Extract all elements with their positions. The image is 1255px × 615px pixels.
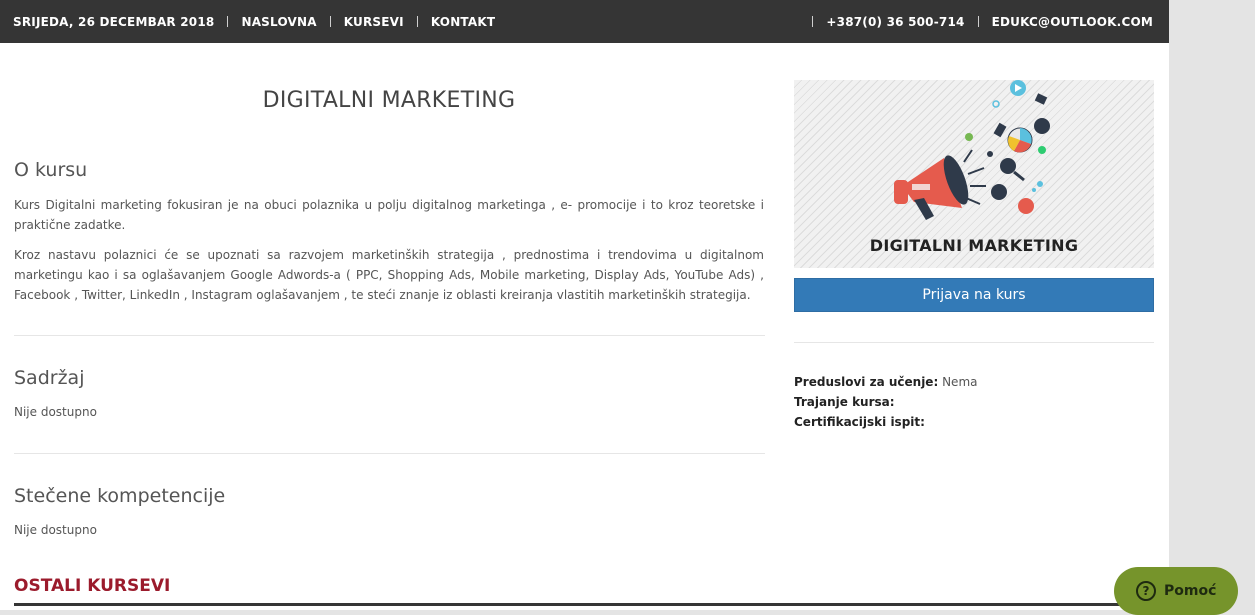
- top-bar-left: SRIJEDA, 26 DECEMBAR 2018 NASLOVNA KURSE…: [13, 0, 495, 43]
- divider: [416, 16, 418, 27]
- content-heading: Sadržaj: [14, 367, 85, 389]
- enroll-button[interactable]: Prijava na kurs: [794, 278, 1154, 312]
- exam-label: Certifikacijski ispit:: [794, 415, 925, 429]
- megaphone-icon: [894, 155, 969, 220]
- email-link[interactable]: EDUKC@OUTLOOK.COM: [992, 15, 1153, 29]
- question-icon: ?: [1136, 581, 1156, 601]
- prerequisites-row: Preduslovi za učenje: Nema: [794, 375, 977, 389]
- duration-row: Trajanje kursa:: [794, 395, 895, 409]
- nav-link-naslovna[interactable]: NASLOVNA: [241, 15, 316, 29]
- divider: [329, 16, 331, 27]
- image-caption: DIGITALNI MARKETING: [869, 236, 1079, 255]
- other-courses-underline: [14, 603, 1156, 606]
- current-date: SRIJEDA, 26 DECEMBAR 2018: [13, 14, 215, 29]
- sidebar-divider: [794, 342, 1154, 343]
- page: SRIJEDA, 26 DECEMBAR 2018 NASLOVNA KURSE…: [0, 0, 1169, 610]
- course-title: DIGITALNI MARKETING: [262, 88, 516, 113]
- help-button[interactable]: ? Pomoć: [1114, 567, 1238, 615]
- about-paragraph-1: Kurs Digitalni marketing fokusiran je na…: [14, 198, 764, 232]
- phone-link[interactable]: +387(0) 36 500-714: [826, 15, 964, 29]
- top-bar-right: +387(0) 36 500-714 EDUKC@OUTLOOK.COM: [799, 0, 1153, 43]
- prerequisites-label: Preduslovi za učenje:: [794, 375, 939, 389]
- divider: [227, 16, 229, 27]
- nav-link-kontakt[interactable]: KONTAKT: [431, 15, 495, 29]
- duration-label: Trajanje kursa:: [794, 395, 895, 409]
- nav-link-kursevi[interactable]: KURSEVI: [344, 15, 404, 29]
- divider: [977, 16, 979, 27]
- help-label: Pomoć: [1164, 583, 1217, 599]
- about-paragraph-2: Kroz nastavu polaznici će se upoznati sa…: [14, 248, 764, 302]
- section-divider: [14, 335, 765, 336]
- other-courses-heading: OSTALI KURSEVI: [14, 576, 171, 596]
- competencies-value: Nije dostupno: [14, 523, 97, 537]
- about-heading: O kursu: [14, 159, 88, 181]
- competencies-heading: Stečene kompetencije: [14, 485, 226, 507]
- exam-row: Certifikacijski ispit:: [794, 415, 925, 429]
- course-image: DIGITALNI MARKETING: [794, 80, 1154, 268]
- prerequisites-value: Nema: [942, 375, 978, 389]
- content-value: Nije dostupno: [14, 405, 97, 419]
- divider: [812, 16, 814, 27]
- top-bar: SRIJEDA, 26 DECEMBAR 2018 NASLOVNA KURSE…: [0, 0, 1169, 43]
- section-divider: [14, 453, 765, 454]
- page-gutter: [1169, 0, 1255, 610]
